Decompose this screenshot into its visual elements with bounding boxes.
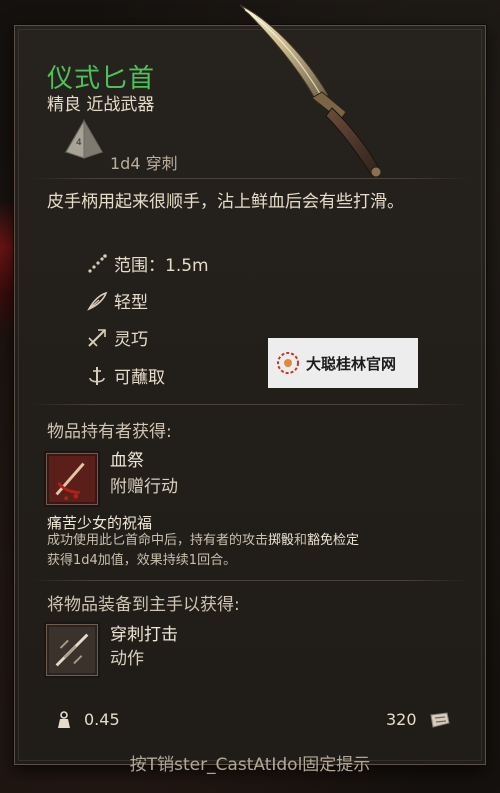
blessing-text: 获得1d4加值，效果持续1回合。 xyxy=(47,553,237,568)
property-label: 灵巧 xyxy=(114,330,148,350)
property-label: 轻型 xyxy=(114,293,148,313)
gold-value: 320 xyxy=(386,710,417,729)
mainhand-section-title: 将物品装备到主手以获得: xyxy=(47,595,240,615)
background-glow xyxy=(0,200,14,340)
ability-name: 血祭 xyxy=(110,451,144,471)
weight-icon xyxy=(58,710,70,728)
property-range: 范围：1.5m xyxy=(86,251,209,276)
property-label: 范围：1.5m xyxy=(114,256,209,276)
weight-value: 0.45 xyxy=(84,710,120,729)
weight-display: 0.45 xyxy=(56,710,120,729)
blessing-keyword-attack-roll[interactable]: 掷骰 xyxy=(268,533,294,548)
watermark-logo xyxy=(277,352,299,374)
blessing-text: 和 xyxy=(294,533,308,548)
watermark: 大聪桂林官网 xyxy=(268,338,418,388)
pin-tooltip-hint: 按T销ster_CastAtIdol固定提示 xyxy=(129,755,371,775)
dagger-icon xyxy=(239,4,382,178)
blessing-keyword-saving-throw[interactable]: 豁免检定 xyxy=(307,533,359,548)
d4-die-icon: 4 xyxy=(64,119,104,159)
blessing-description: 成功使用此匕首命中后，持有者的攻击掷骰和豁免检定 获得1d4加值，效果持续1回合… xyxy=(47,531,467,571)
ability-name: 穿刺打击 xyxy=(110,625,178,645)
feather-icon xyxy=(87,291,108,311)
blood-sacrifice-icon[interactable] xyxy=(46,453,98,505)
coin-icon xyxy=(429,711,450,728)
holder-section-title: 物品持有者获得: xyxy=(47,422,172,442)
property-dip: 可蘸取 xyxy=(86,363,165,388)
item-rarity: 精良 近战武器 xyxy=(47,95,155,115)
ability-type: 动作 xyxy=(110,649,144,669)
property-finesse: 灵巧 xyxy=(86,325,148,350)
dip-icon xyxy=(89,366,105,385)
watermark-text: 大聪桂林官网 xyxy=(306,354,397,373)
property-label: 可蘸取 xyxy=(114,368,165,388)
value-display: 320 xyxy=(386,710,451,729)
finesse-icon xyxy=(88,328,106,347)
svg-text:4: 4 xyxy=(76,138,82,148)
range-icon xyxy=(88,253,107,273)
piercing-strike-icon[interactable] xyxy=(46,624,98,676)
ability-type: 附赠行动 xyxy=(110,477,178,497)
blessing-text: 成功使用此匕首命中后，持有者的攻击 xyxy=(47,533,269,548)
property-light: 轻型 xyxy=(86,288,148,313)
divider xyxy=(30,178,470,179)
item-description: 皮手柄用起来很顺手，沾上鲜血后会有些打滑。 xyxy=(47,192,404,212)
blessing-title: 痛苦少女的祝福 xyxy=(47,514,153,532)
damage-text: 1d4 穿刺 xyxy=(110,154,178,173)
divider xyxy=(30,404,470,405)
divider xyxy=(30,580,470,581)
